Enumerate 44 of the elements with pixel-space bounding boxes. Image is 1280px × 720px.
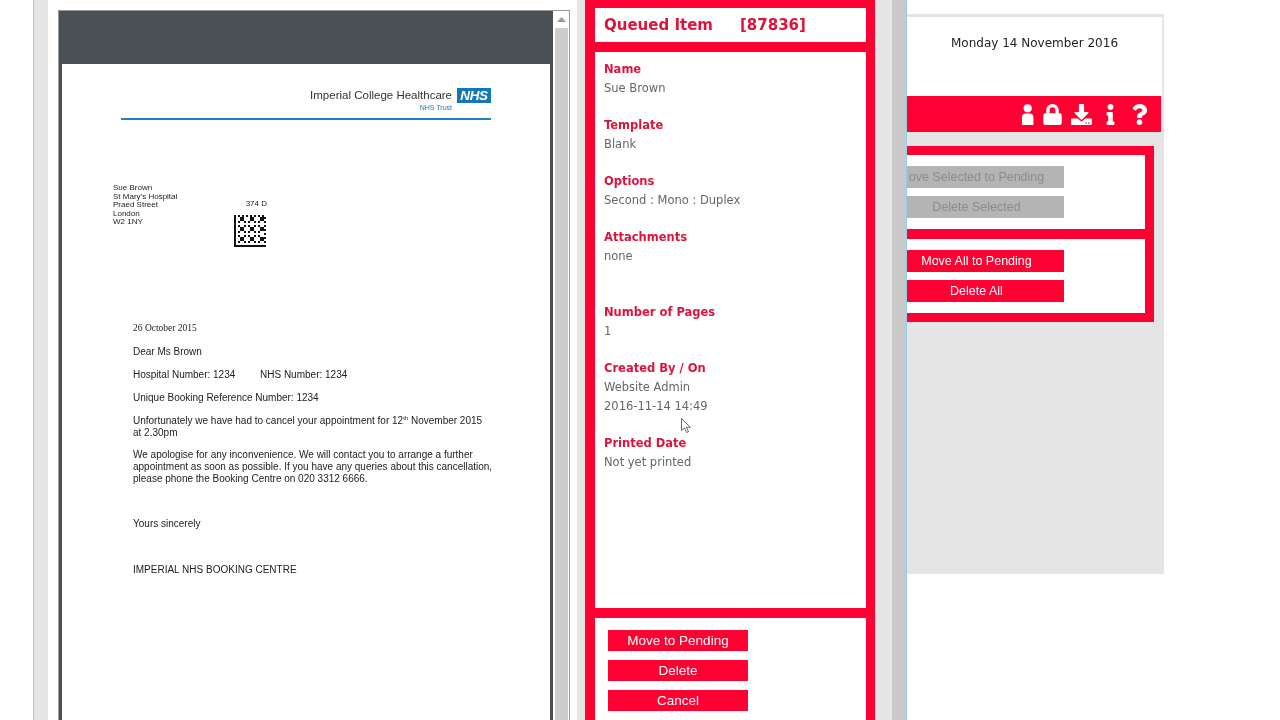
letter-date: 26 October 2015 (133, 322, 197, 334)
field-label: Options (604, 173, 655, 190)
field-value: Blank (604, 136, 637, 153)
field-label: Attachments (604, 229, 687, 246)
scroll-up-arrow-icon[interactable] (556, 17, 566, 22)
field-value: Sue Brown (604, 80, 666, 97)
field-value: Not yet printed (604, 454, 692, 471)
reference-number: Hospital Number: 1234 (133, 369, 237, 381)
salutation: Dear Ms Brown (133, 346, 202, 358)
action-button[interactable]: Delete All (907, 280, 1064, 302)
code-label: 374 D (245, 200, 267, 208)
download-icon[interactable] (1071, 103, 1092, 125)
person-icon[interactable] (1020, 103, 1034, 125)
mouse-pointer-icon (681, 418, 691, 433)
field-value: Second : Mono : Duplex (604, 192, 741, 209)
action-button[interactable]: Delete (608, 660, 748, 681)
scrollbar[interactable] (892, 0, 906, 720)
item-id: [87836] (740, 16, 806, 34)
field-label: Template (604, 117, 664, 134)
recipient-address: Sue Brown St Mary’s Hospital Praed Street London W2 1NY (113, 184, 179, 228)
action-button[interactable]: Move All to Pending (907, 250, 1064, 272)
scrollbar-thumb[interactable] (554, 28, 568, 720)
closing: Yours sincerely (133, 518, 201, 530)
reference-number: NHS Number: 1234 (260, 369, 349, 381)
matrix-code-drawing (234, 215, 266, 247)
field-label: Name (604, 61, 642, 78)
field-value: none (604, 248, 633, 265)
field-label: Created By / On (604, 360, 706, 377)
panel-title: Queued Item (604, 16, 713, 34)
letter-paragraph: We apologise for any inconvenience. We will contact you to arrange a further appointment as soon as possible. If you have any queries about this cancellation, please phone the Booking Centre on 020 3312 6666. (133, 449, 493, 485)
field-label: Printed Date (604, 435, 687, 452)
letter-paragraph: Unfortunately we have had to cancel your appointment for 12$^{th}$ November 2015 at 2.30pm (133, 415, 483, 439)
action-button[interactable]: Cancel (608, 690, 748, 711)
field-value: 1 (604, 323, 612, 340)
booking-reference: Unique Booking Reference Number: 1234 (133, 392, 319, 404)
field-label: Number of Pages (604, 304, 716, 321)
action-button[interactable]: Move to Pending (608, 630, 748, 651)
current-date: Monday 14 November 2016 (950, 36, 1119, 52)
organisation-name: Imperial College Healthcare (310, 88, 452, 103)
field-value: 2016-11-14 14:49 (604, 398, 708, 415)
field-value: Website Admin (604, 379, 691, 396)
lock-icon[interactable] (1042, 103, 1063, 125)
signature: IMPERIAL NHS BOOKING CENTRE (133, 564, 297, 576)
logo-mark: NHS (457, 88, 491, 103)
